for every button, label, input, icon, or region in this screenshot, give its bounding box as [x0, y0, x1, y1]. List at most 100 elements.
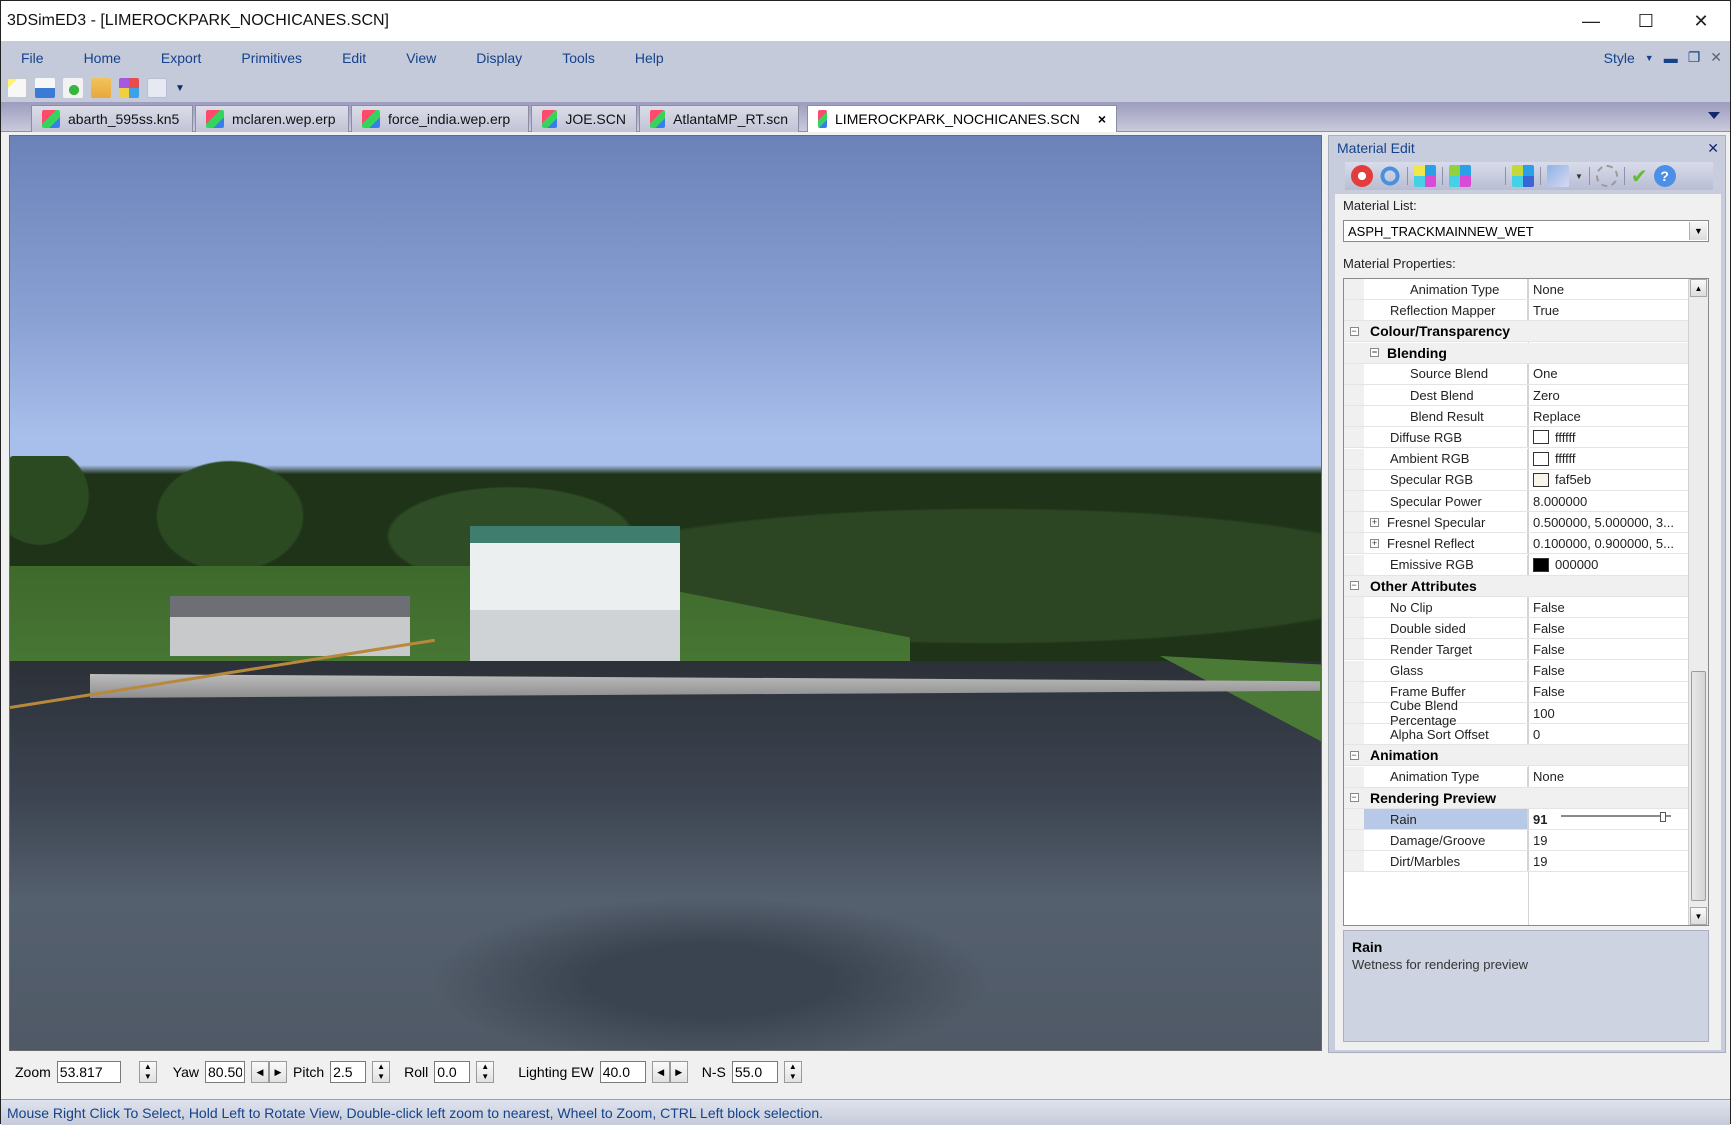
close-icon[interactable]: ✕	[1673, 1, 1729, 41]
color-swatch[interactable]	[1533, 557, 1549, 572]
pitch-input[interactable]	[330, 1061, 367, 1083]
property-value[interactable]: True	[1528, 300, 1688, 320]
collapse-icon[interactable]: −	[1349, 581, 1359, 591]
color-swatch[interactable]	[1533, 451, 1549, 466]
property-value[interactable]: faf5eb	[1528, 470, 1688, 490]
property-value[interactable]: False	[1528, 639, 1688, 659]
new-material-icon[interactable]	[1414, 165, 1436, 187]
menu-home[interactable]: Home	[64, 50, 141, 66]
collapse-icon[interactable]: −	[1349, 326, 1359, 336]
property-row-alpha-sort-offset[interactable]: Alpha Sort Offset 0	[1344, 724, 1688, 746]
menu-tools[interactable]: Tools	[542, 50, 615, 66]
roll-spinner[interactable]: ▲ ▼	[476, 1061, 495, 1083]
property-value[interactable]: 91	[1528, 809, 1688, 829]
copy-material-icon[interactable]	[1449, 165, 1471, 187]
scroll-thumb[interactable]	[1691, 671, 1706, 901]
category-row-rendering-preview[interactable]: − Rendering Preview	[1344, 787, 1688, 809]
menu-file[interactable]: File	[1, 50, 64, 66]
tab-joe[interactable]: JOE.SCN	[531, 105, 637, 132]
property-grid-scrollbar[interactable]: ▲ ▼	[1688, 279, 1708, 925]
tab-abarth[interactable]: abarth_595ss.kn5	[31, 105, 193, 132]
property-row-dirt-marbles[interactable]: Dirt/Marbles 19	[1344, 851, 1688, 873]
lighting-ew-right-button[interactable]: ▶	[669, 1061, 688, 1083]
ribbon-close-icon[interactable]: ✕	[1710, 49, 1722, 66]
copy-icon[interactable]	[147, 78, 167, 98]
property-row-emissive-rgb[interactable]: Emissive RGB 000000	[1344, 554, 1688, 576]
rain-slider[interactable]	[1561, 812, 1679, 824]
tab-limerockpark[interactable]: LIMEROCKPARK_NOCHICANES.SCN ×	[807, 105, 1117, 132]
property-row-reflection-mapper[interactable]: Reflection Mapper True	[1344, 300, 1688, 322]
expand-icon[interactable]: +	[1370, 538, 1379, 548]
palette-icon[interactable]	[119, 78, 139, 98]
menu-help[interactable]: Help	[615, 50, 684, 66]
scroll-down-icon[interactable]: ▼	[1690, 907, 1707, 925]
property-row-animation-type[interactable]: Animation Type None	[1344, 766, 1688, 788]
property-value[interactable]: ffffff	[1528, 427, 1688, 447]
property-row-cube-blend-percentage[interactable]: Cube Blend Percentage 100	[1344, 698, 1688, 728]
property-value[interactable]: 0.500000, 5.000000, 3...	[1528, 512, 1688, 532]
panel-close-icon[interactable]: ✕	[1707, 140, 1719, 157]
scroll-up-icon[interactable]: ▲	[1690, 279, 1707, 297]
zoom-input[interactable]	[56, 1061, 121, 1083]
select-circle-icon[interactable]	[1595, 165, 1618, 187]
menu-display[interactable]: Display	[456, 50, 542, 66]
import-icon[interactable]	[35, 78, 55, 98]
property-value[interactable]: False	[1528, 618, 1688, 638]
property-row-dest-blend[interactable]: Dest Blend Zero	[1344, 385, 1688, 406]
property-row-double-sided[interactable]: Double sided False	[1344, 618, 1688, 640]
ns-input[interactable]	[731, 1061, 778, 1083]
category-row-colour-transparency[interactable]: − Colour/Transparency	[1344, 321, 1688, 343]
slider-knob[interactable]	[1659, 812, 1666, 822]
property-row-specular-power[interactable]: Specular Power 8.000000	[1344, 491, 1688, 512]
apply-check-icon[interactable]: ✔	[1631, 164, 1648, 189]
collapse-icon[interactable]: −	[1349, 750, 1359, 760]
roll-input[interactable]	[434, 1061, 471, 1083]
material-info-icon[interactable]	[1512, 165, 1534, 187]
property-value[interactable]: One	[1528, 364, 1688, 384]
delete-icon[interactable]	[1351, 165, 1373, 187]
undo-icon[interactable]	[1379, 165, 1401, 187]
ns-spinner[interactable]: ▲ ▼	[783, 1061, 802, 1083]
edit-texture-dropdown-icon[interactable]: ▼	[1575, 172, 1583, 181]
tab-mclaren[interactable]: mclaren.wep.erp	[195, 105, 349, 132]
property-row-damage-groove[interactable]: Damage/Groove 19	[1344, 830, 1688, 852]
category-row-other-attributes[interactable]: − Other Attributes	[1344, 575, 1688, 597]
property-value[interactable]: ffffff	[1528, 449, 1688, 469]
yaw-left-button[interactable]: ◀	[251, 1061, 269, 1083]
help-icon[interactable]: ?	[1653, 165, 1676, 187]
property-value[interactable]: 19	[1528, 851, 1688, 871]
combo-dropdown-icon[interactable]: ▼	[1689, 222, 1707, 240]
property-value[interactable]: Replace	[1528, 406, 1688, 426]
property-value[interactable]: False	[1528, 682, 1688, 702]
property-row-ambient-rgb[interactable]: Ambient RGB ffffff	[1344, 448, 1688, 470]
property-row-diffuse-rgb[interactable]: Diffuse RGB ffffff	[1344, 427, 1688, 449]
property-value[interactable]: None	[1528, 279, 1688, 299]
property-value[interactable]: 0	[1528, 724, 1688, 744]
property-row-rain[interactable]: Rain 91	[1344, 809, 1688, 830]
new-file-icon[interactable]	[7, 78, 27, 98]
color-swatch[interactable]	[1533, 472, 1549, 487]
property-row-fresnel-specular[interactable]: + Fresnel Specular 0.500000, 5.000000, 3..…	[1344, 512, 1688, 534]
style-menu[interactable]: Style	[1604, 50, 1635, 66]
category-row-blending[interactable]: − Blending	[1344, 342, 1688, 364]
property-value[interactable]: Zero	[1528, 385, 1688, 405]
color-swatch[interactable]	[1533, 430, 1549, 445]
customize-dropdown-icon[interactable]: ▼	[175, 83, 185, 94]
minimize-icon[interactable]: —	[1563, 1, 1619, 41]
lighting-ew-input[interactable]	[599, 1061, 646, 1083]
property-value[interactable]: False	[1528, 597, 1688, 617]
property-value[interactable]: False	[1528, 661, 1688, 681]
property-row-animation-type[interactable]: Animation Type None	[1344, 279, 1688, 300]
open-folder-icon[interactable]	[91, 78, 111, 98]
category-row-animation[interactable]: − Animation	[1344, 745, 1688, 767]
collapse-icon[interactable]: −	[1349, 793, 1359, 803]
property-row-render-target[interactable]: Render Target False	[1344, 639, 1688, 661]
style-dropdown-icon[interactable]: ▼	[1645, 53, 1654, 63]
lighting-ew-left-button[interactable]: ◀	[651, 1061, 670, 1083]
pitch-spinner[interactable]: ▲ ▼	[372, 1061, 391, 1083]
material-list-combo[interactable]: ASPH_TRACKMAINNEW_WET ▼	[1343, 220, 1709, 242]
tabs-dropdown-icon[interactable]	[1708, 112, 1720, 119]
edit-texture-icon[interactable]	[1547, 165, 1569, 187]
menu-export[interactable]: Export	[141, 50, 221, 66]
property-value[interactable]: 19	[1528, 830, 1688, 850]
